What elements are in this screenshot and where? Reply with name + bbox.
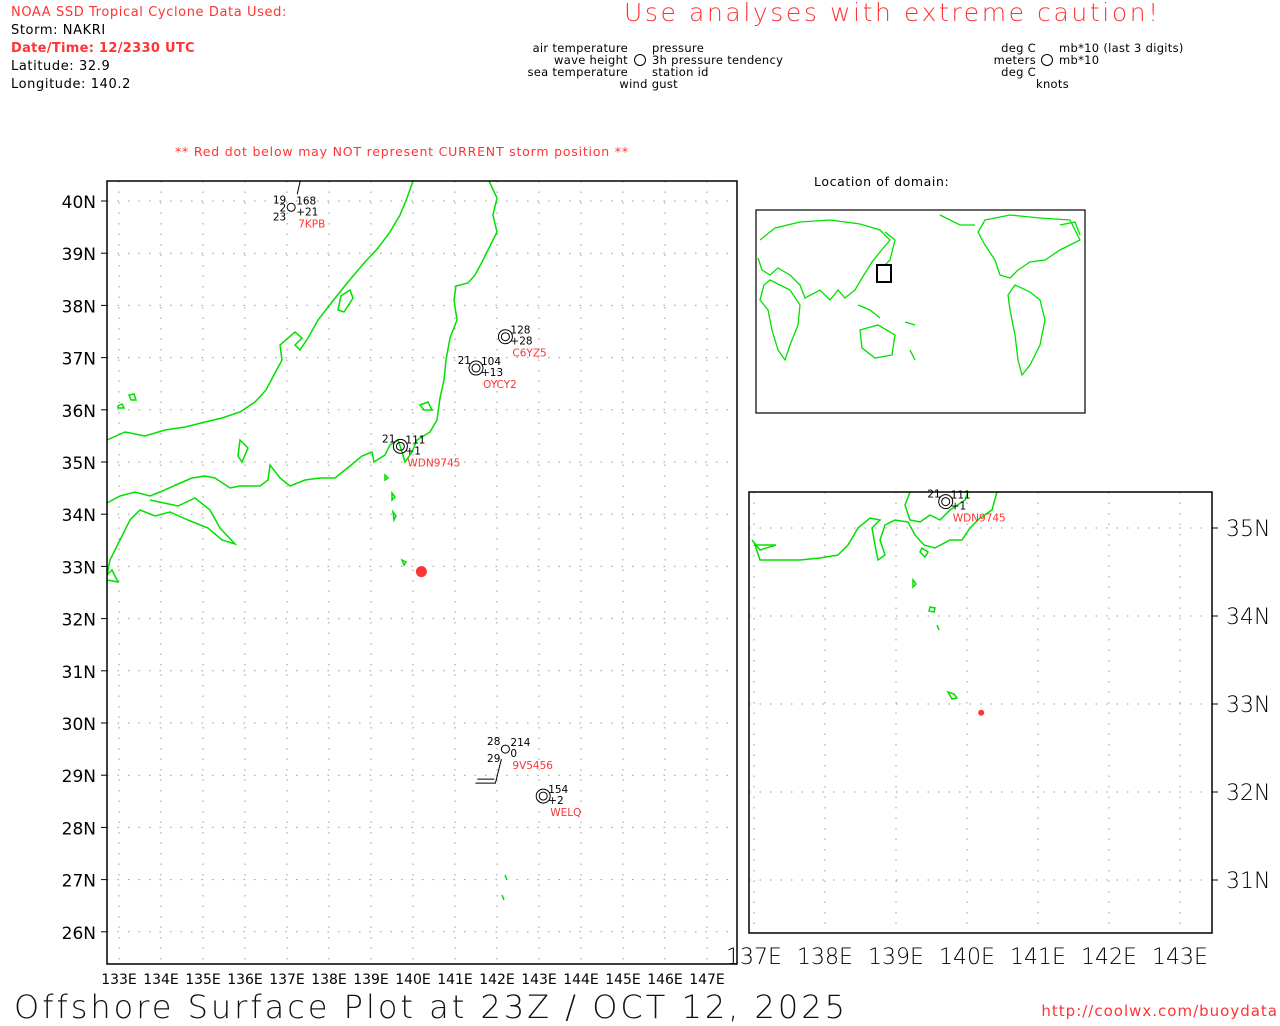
station-id-label: 9V5456 — [512, 760, 553, 772]
lat-tick-label: 32N — [62, 611, 96, 631]
station-circle-icon — [286, 202, 296, 212]
lon-tick-label: 139E — [868, 945, 924, 970]
lat-tick-label: 34N — [1226, 605, 1270, 630]
lat-tick-label: 39N — [62, 245, 96, 265]
lat-tick-label: 31N — [62, 663, 96, 683]
lat-tick-label: 29N — [62, 767, 96, 787]
lon-tick-label: 144E — [563, 972, 599, 988]
air-temperature-value: 21 — [458, 355, 471, 367]
station-plot-welq: 154+2WELQ — [535, 784, 581, 819]
lat-tick-label: 37N — [62, 350, 96, 370]
lon-tick-label: 137E — [269, 972, 305, 988]
station-id-label: WELQ — [550, 807, 581, 819]
lon-tick-label: 140E — [395, 972, 431, 988]
station-circle-icon — [471, 363, 481, 373]
lon-tick-label: 137E — [726, 945, 782, 970]
lon-tick-label: 139E — [353, 972, 389, 988]
main-map-coastline — [106, 180, 508, 901]
lon-tick-label: 140E — [939, 945, 995, 970]
inset-map-axis-labels: 137E 138E 139E 140E 141E 142E 143E 35N 34N 33N 32N… — [726, 517, 1270, 970]
lat-tick-label: 38N — [62, 297, 96, 317]
pressure-tendency-value: 0 — [510, 748, 517, 760]
lon-tick-label: 133E — [101, 972, 137, 988]
map-canvas: 133E 134E 135E 136E 137E 138E 139E 140E 141E 142E… — [62, 180, 1270, 988]
lat-tick-label: 26N — [62, 924, 96, 944]
lat-tick-label: 28N — [62, 819, 96, 839]
lat-tick-label: 34N — [62, 506, 96, 526]
air-temperature-value: 28 — [487, 736, 500, 748]
lat-tick-label: 30N — [62, 715, 96, 735]
station-plot-wdn9745: 21 111+1WDN9745 — [382, 433, 460, 469]
lat-tick-label: 33N — [62, 558, 96, 578]
station-plot-c6yz5: 128+28C6YZ5 — [497, 325, 547, 360]
sea-temperature-value: 23 — [273, 211, 286, 223]
lat-tick-label: 31N — [1226, 869, 1270, 894]
lon-tick-label: 142E — [1081, 945, 1137, 970]
lon-tick-label: 143E — [1152, 945, 1208, 970]
pressure-tendency-value: +1 — [951, 501, 966, 513]
lon-tick-label: 142E — [479, 972, 515, 988]
lat-tick-label: 27N — [62, 872, 96, 892]
station-plot-9v5456: 282921409V5456 — [475, 736, 553, 784]
lat-tick-label: 33N — [1226, 693, 1270, 718]
storm-position-marker-inset[interactable] — [978, 709, 985, 716]
station-plot-7kpb: 19223168+217KPB — [273, 181, 325, 230]
station-plot-oycy2: 21 104+13OYCY2 — [458, 355, 517, 391]
lon-tick-label: 147E — [689, 972, 725, 988]
lat-tick-label: 32N — [1226, 781, 1270, 806]
station-id-label: WDN9745 — [407, 457, 460, 469]
lon-tick-label: 134E — [143, 972, 179, 988]
storm-position-marker[interactable] — [415, 566, 427, 578]
lat-tick-label: 40N — [62, 193, 96, 213]
pressure-tendency-value: +21 — [296, 206, 318, 218]
lon-tick-label: 138E — [311, 972, 347, 988]
wind-barb-icon — [296, 181, 301, 195]
pressure-tendency-value: +2 — [548, 795, 563, 807]
station-id-label: 7KPB — [298, 218, 325, 230]
station-circle-icon — [538, 791, 548, 801]
main-map-stations: 19223168+217KPB128+28C6YZ521 104+13OYCY22… — [273, 181, 581, 819]
plot-title: Offshore Surface Plot at 23Z / OCT 12, 2… — [14, 988, 848, 1026]
source-url-link[interactable]: http://coolwx.com/buoydata — [1041, 1002, 1278, 1020]
locator-map-frame — [755, 209, 1086, 414]
station-id-label: C6YZ5 — [512, 348, 546, 360]
station-id-label: OYCY2 — [483, 379, 517, 391]
station-id-label: WDN9745 — [953, 513, 1006, 525]
lat-tick-label: 35N — [1226, 517, 1270, 542]
lon-tick-label: 143E — [521, 972, 557, 988]
lon-tick-label: 138E — [797, 945, 853, 970]
lat-tick-label: 36N — [62, 402, 96, 422]
lon-tick-label: 141E — [1010, 945, 1066, 970]
air-temperature-value: 21 — [382, 433, 395, 445]
sea-temperature-value: 29 — [487, 753, 500, 765]
station-circle-icon — [941, 497, 951, 507]
pressure-tendency-value: +13 — [481, 367, 503, 379]
air-temperature-value: 21 — [927, 489, 940, 501]
station-circle-icon — [500, 744, 510, 754]
lon-tick-label: 145E — [605, 972, 641, 988]
lat-tick-label: 35N — [62, 454, 96, 474]
lon-tick-label: 136E — [227, 972, 263, 988]
pressure-tendency-value: +1 — [405, 445, 420, 457]
pressure-tendency-value: +28 — [510, 336, 532, 348]
station-circle-icon — [500, 332, 510, 342]
lon-tick-label: 135E — [185, 972, 221, 988]
lon-tick-label: 146E — [647, 972, 683, 988]
lon-tick-label: 141E — [437, 972, 473, 988]
